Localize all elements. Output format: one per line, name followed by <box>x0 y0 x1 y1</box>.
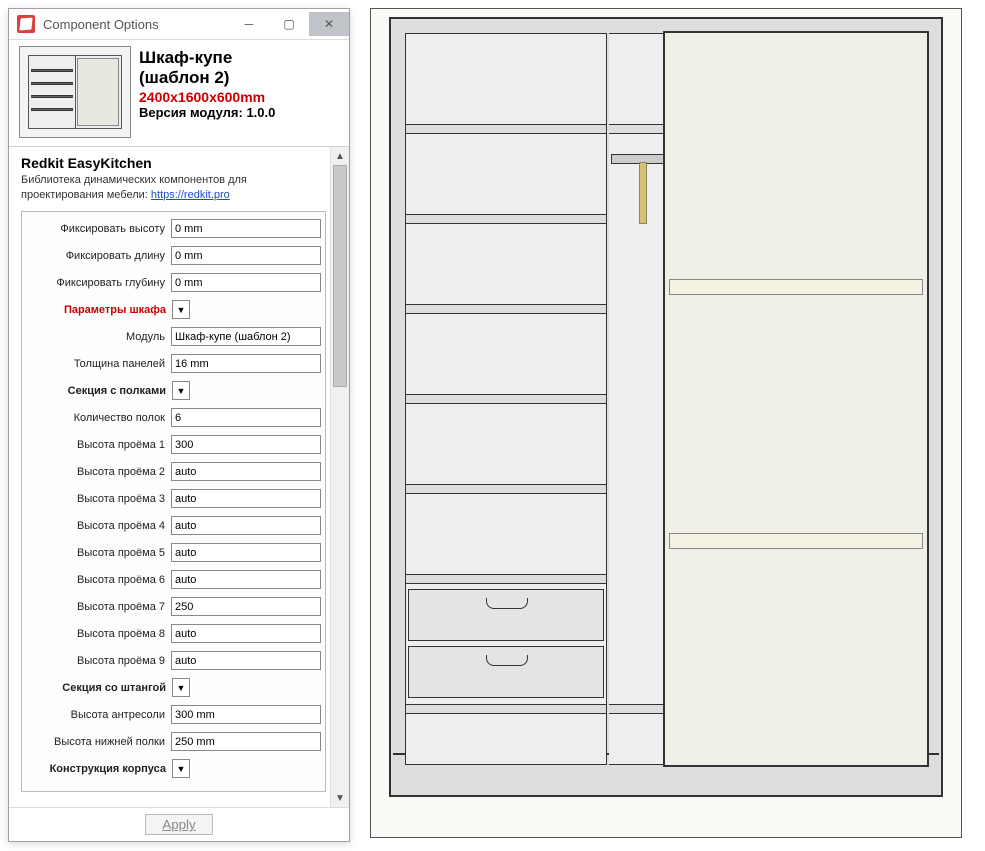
opening-h2-input[interactable] <box>171 462 321 481</box>
shelf-count-input[interactable] <box>171 408 321 427</box>
opening-h9-label: Высота проёма 9 <box>26 655 171 667</box>
params-dropdown[interactable]: ▼ <box>172 300 190 319</box>
library-description: Библиотека динамических компонентов для … <box>21 173 326 203</box>
window-title: Component Options <box>43 17 229 32</box>
maximize-button[interactable]: ▢ <box>269 12 309 36</box>
options-form: Фиксировать высоту Фиксировать длину Фик… <box>21 211 326 792</box>
opening-h9-input[interactable] <box>171 651 321 670</box>
sliding-door <box>663 31 929 767</box>
opening-h1-input[interactable] <box>171 435 321 454</box>
opening-h3-label: Высота проёма 3 <box>26 493 171 505</box>
rod-group-label: Секция со штангой <box>26 682 172 694</box>
shelves-group-label: Секция с полками <box>26 385 172 397</box>
component-header: Шкаф-купе(шаблон 2) 2400x1600x600mm Верс… <box>9 40 349 147</box>
minimize-button[interactable]: ─ <box>229 12 269 36</box>
fix-height-label: Фиксировать высоту <box>26 223 171 235</box>
bottom-shelf-label: Высота нижней полки <box>26 736 171 748</box>
body-group-label: Конструкция корпуса <box>26 763 172 775</box>
dialog-footer: Apply <box>9 807 349 841</box>
component-thumbnail <box>19 46 131 138</box>
opening-h1-label: Высота проёма 1 <box>26 439 171 451</box>
fix-depth-input[interactable] <box>171 273 321 292</box>
component-options-dialog: Component Options ─ ▢ ✕ Шкаф-купе(шаблон… <box>8 8 350 842</box>
scroll-thumb[interactable] <box>333 165 347 387</box>
mezz-height-input[interactable] <box>171 705 321 724</box>
shelf-count-label: Количество полок <box>26 412 171 424</box>
body-dropdown[interactable]: ▼ <box>172 759 190 778</box>
titlebar: Component Options ─ ▢ ✕ <box>9 9 349 40</box>
options-content: Redkit EasyKitchen Библиотека динамическ… <box>9 147 330 807</box>
panel-thickness-input[interactable] <box>171 354 321 373</box>
opening-h3-input[interactable] <box>171 489 321 508</box>
apply-button[interactable]: Apply <box>145 814 212 835</box>
opening-h4-input[interactable] <box>171 516 321 535</box>
drawer <box>408 646 604 698</box>
fix-length-label: Фиксировать длину <box>26 250 171 262</box>
sketchup-icon <box>17 15 35 33</box>
scroll-down-icon[interactable]: ▼ <box>331 789 349 807</box>
opening-h2-label: Высота проёма 2 <box>26 466 171 478</box>
wardrobe-preview <box>370 8 962 838</box>
component-info: Шкаф-купе(шаблон 2) 2400x1600x600mm Верс… <box>139 46 275 138</box>
fix-length-input[interactable] <box>171 246 321 265</box>
opening-h7-input[interactable] <box>171 597 321 616</box>
scroll-up-icon[interactable]: ▲ <box>331 147 349 165</box>
component-version: Версия модуля: 1.0.0 <box>139 105 275 120</box>
opening-h5-input[interactable] <box>171 543 321 562</box>
rod-dropdown[interactable]: ▼ <box>172 678 190 697</box>
rod-section <box>609 33 670 765</box>
opening-h8-input[interactable] <box>171 624 321 643</box>
fix-depth-label: Фиксировать глубину <box>26 277 171 289</box>
shelf-section <box>405 33 607 765</box>
component-name: Шкаф-купе(шаблон 2) <box>139 48 275 87</box>
bottom-shelf-input[interactable] <box>171 732 321 751</box>
panel-thickness-label: Толщина панелей <box>26 358 171 370</box>
close-button[interactable]: ✕ <box>309 12 349 36</box>
opening-h6-input[interactable] <box>171 570 321 589</box>
pull-down-rod <box>639 162 647 224</box>
module-input[interactable] <box>171 327 321 346</box>
module-label: Модуль <box>26 331 171 343</box>
params-group-label: Параметры шкафа <box>26 304 172 316</box>
component-dimensions: 2400x1600x600mm <box>139 89 275 105</box>
mezz-height-label: Высота антресоли <box>26 709 171 721</box>
library-name: Redkit EasyKitchen <box>21 155 326 171</box>
opening-h4-label: Высота проёма 4 <box>26 520 171 532</box>
opening-h6-label: Высота проёма 6 <box>26 574 171 586</box>
shelves-dropdown[interactable]: ▼ <box>172 381 190 400</box>
opening-h8-label: Высота проёма 8 <box>26 628 171 640</box>
fix-height-input[interactable] <box>171 219 321 238</box>
vertical-scrollbar[interactable]: ▲ ▼ <box>330 147 349 807</box>
library-link[interactable]: https://redkit.pro <box>151 189 230 201</box>
drawer <box>408 589 604 641</box>
cabinet-body <box>389 17 943 797</box>
opening-h5-label: Высота проёма 5 <box>26 547 171 559</box>
opening-h7-label: Высота проёма 7 <box>26 601 171 613</box>
